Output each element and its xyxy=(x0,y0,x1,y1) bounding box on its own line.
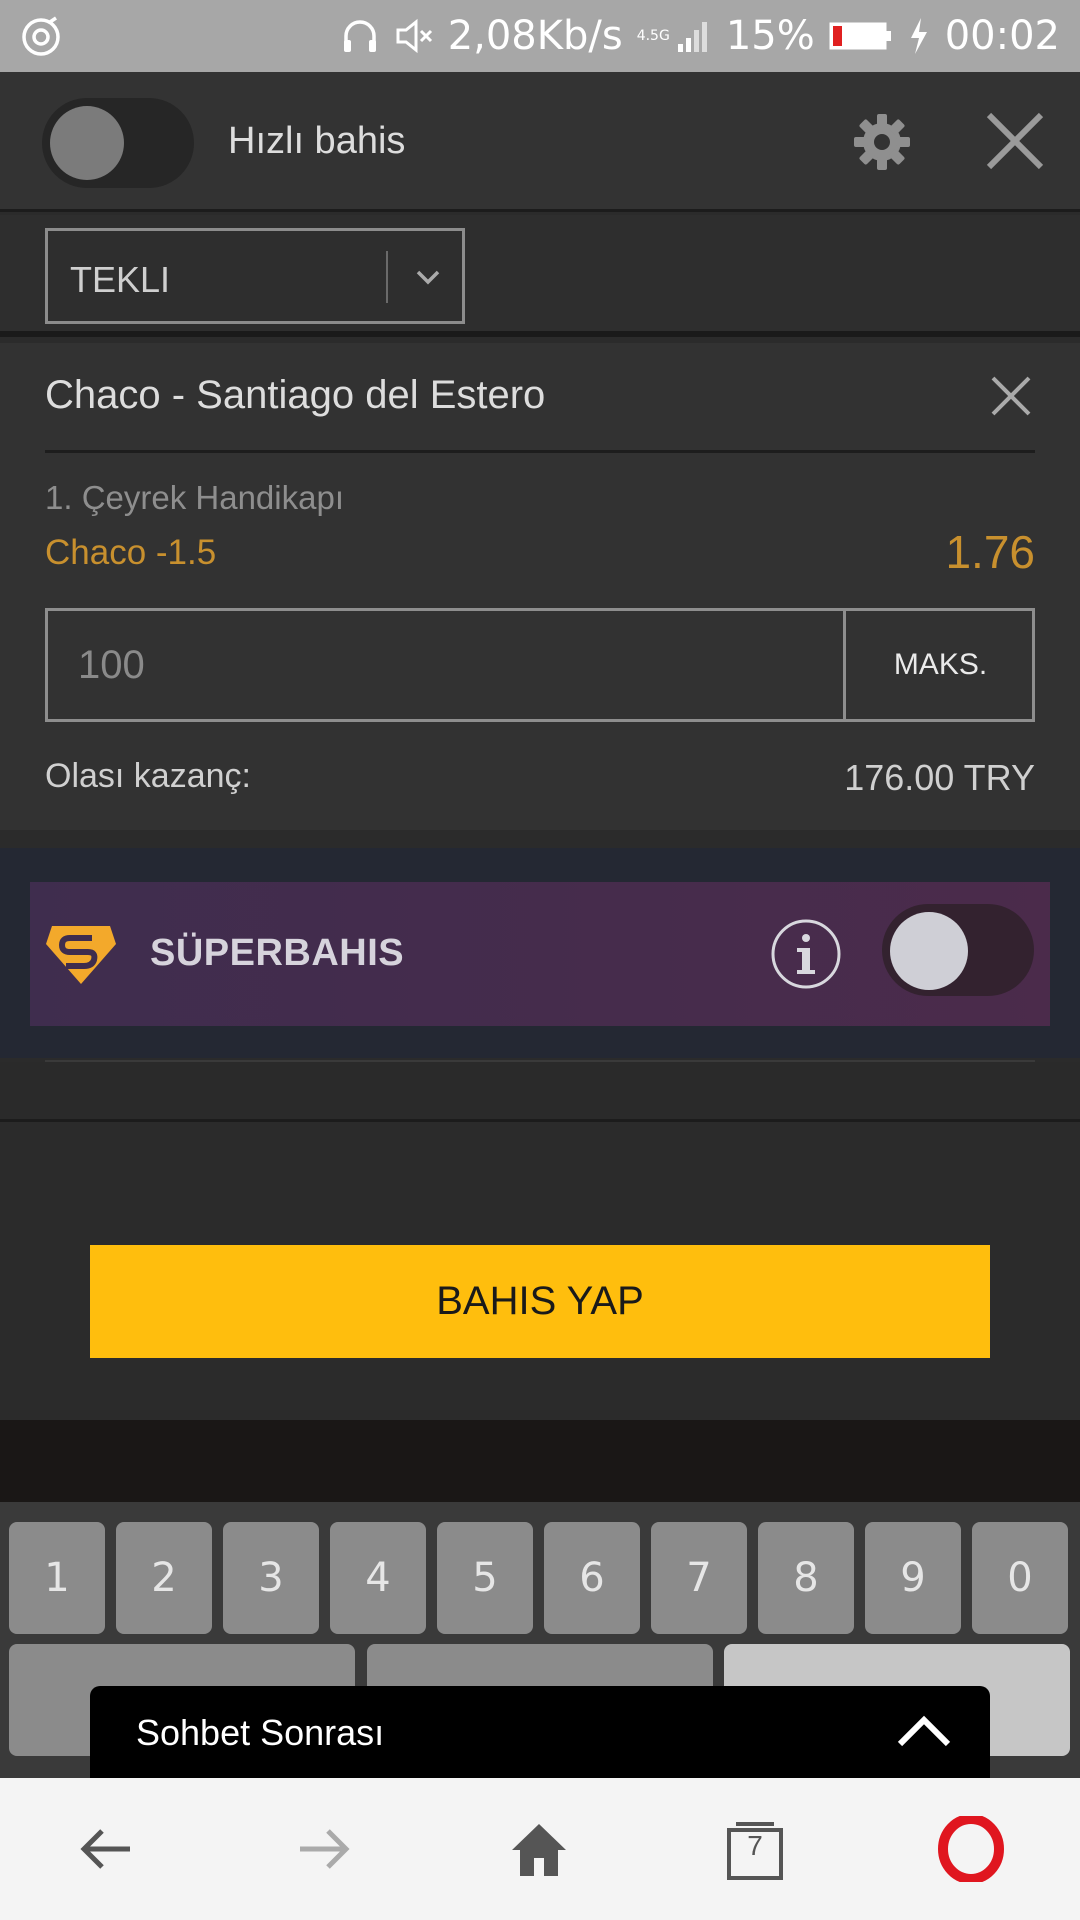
chat-label: Sohbet Sonrası xyxy=(136,1712,385,1753)
spacer xyxy=(0,1062,1080,1122)
super-bet-label: SÜPERBAHIS xyxy=(150,932,405,974)
divider xyxy=(45,450,1035,453)
battery-icon xyxy=(829,22,891,50)
network-speed: 2,08Kb/s xyxy=(447,13,623,59)
key-6[interactable]: 6 xyxy=(544,1522,640,1634)
potential-win-value: 176.00 TRY xyxy=(844,757,1035,798)
key-2[interactable]: 2 xyxy=(116,1522,212,1634)
tabs-count: 7 xyxy=(747,1830,763,1861)
headphones-icon xyxy=(343,20,376,52)
signal-icon xyxy=(677,22,707,52)
super-bet-toggle[interactable] xyxy=(882,904,1034,996)
key-5[interactable]: 5 xyxy=(437,1522,533,1634)
place-bet-zone: BAHIS YAP xyxy=(0,1125,1080,1420)
potential-win-label: Olası kazanç: xyxy=(45,757,251,795)
super-bet-band: SÜPERBAHIS xyxy=(0,848,1080,1058)
quick-bet-label: Hızlı bahis xyxy=(228,120,406,162)
betslip-header: Hızlı bahis xyxy=(0,72,1080,212)
max-stake-button[interactable]: MAKS. xyxy=(843,611,1035,719)
browser-nav-bar xyxy=(0,1778,1080,1920)
bet-type-row: TEKLI xyxy=(0,215,1080,337)
network-type: 4.5G xyxy=(636,28,670,44)
forward-arrow-icon[interactable] xyxy=(290,1816,356,1882)
key-7[interactable]: 7 xyxy=(651,1522,747,1634)
odds-value: 1.76 xyxy=(945,526,1035,578)
spacer xyxy=(0,1420,1080,1502)
toggle-knob xyxy=(890,912,968,990)
match-name: Chaco - Santiago del Estero xyxy=(45,373,546,417)
key-9[interactable]: 9 xyxy=(865,1522,961,1634)
back-arrow-icon[interactable] xyxy=(74,1816,140,1882)
toggle-knob xyxy=(50,106,124,180)
key-3[interactable]: 3 xyxy=(223,1522,319,1634)
stake-input[interactable] xyxy=(48,611,843,719)
status-bar: 2,08Kb/s 4.5G 15% 00:02 xyxy=(0,0,1080,72)
charging-icon xyxy=(910,18,927,54)
super-bet-logo-icon xyxy=(46,926,116,984)
key-0[interactable]: 0 xyxy=(972,1522,1068,1634)
bet-type-value: TEKLI xyxy=(70,259,171,300)
select-divider xyxy=(386,251,388,303)
key-8[interactable]: 8 xyxy=(758,1522,854,1634)
place-bet-button[interactable]: BAHIS YAP xyxy=(90,1245,990,1358)
info-icon[interactable] xyxy=(770,918,842,990)
sync-icon xyxy=(22,16,60,56)
home-icon[interactable] xyxy=(506,1816,572,1882)
super-bet-panel: SÜPERBAHIS xyxy=(30,882,1050,1026)
chevron-down-icon xyxy=(416,270,440,285)
stake-box: MAKS. xyxy=(45,608,1035,722)
remove-bet-icon[interactable] xyxy=(988,373,1034,419)
mute-icon xyxy=(396,18,432,54)
close-icon[interactable] xyxy=(983,109,1047,173)
opera-menu-icon[interactable] xyxy=(938,1816,1004,1882)
selection-name: Chaco -1.5 xyxy=(45,533,217,572)
quick-bet-toggle[interactable] xyxy=(42,98,194,188)
clock: 00:02 xyxy=(944,13,1060,59)
bet-card: Chaco - Santiago del Estero 1. Çeyrek Ha… xyxy=(0,343,1080,830)
key-1[interactable]: 1 xyxy=(9,1522,105,1634)
chat-bar[interactable]: Sohbet Sonrası xyxy=(90,1686,990,1778)
market-name: 1. Çeyrek Handikapı xyxy=(45,479,344,516)
key-4[interactable]: 4 xyxy=(330,1522,426,1634)
chevron-up-icon[interactable] xyxy=(896,1708,952,1756)
battery-percent: 15% xyxy=(725,13,815,59)
bet-type-select[interactable]: TEKLI xyxy=(45,228,465,324)
gear-icon[interactable] xyxy=(852,112,912,172)
